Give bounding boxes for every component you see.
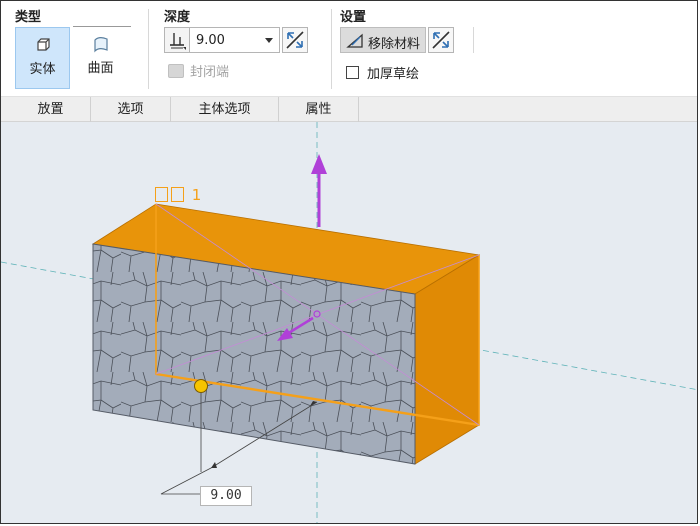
graphics-viewport[interactable]: 1 9.00 <box>1 122 698 524</box>
tab-placement[interactable]: 放置 <box>11 97 91 123</box>
remove-material-button[interactable]: 移除材料 <box>340 27 426 53</box>
thicken-sketch-label: 加厚草绘 <box>367 67 420 82</box>
sketch-label: 1 <box>155 186 201 204</box>
remove-material-label: 移除材料 <box>368 37 421 52</box>
settings-group-title: 设置 <box>340 10 367 25</box>
solid-button[interactable]: 实体 <box>15 27 70 89</box>
chevron-down-icon[interactable] <box>265 38 273 43</box>
surface-button[interactable]: 曲面 <box>73 27 128 89</box>
tab-options[interactable]: 选项 <box>91 97 171 123</box>
flip-direction-icon <box>432 31 450 49</box>
group-separator <box>331 9 332 89</box>
feature-dashboard: 类型 实体 曲面 深度 9.00 封闭端 设置 移除材料 加厚草绘 放置 选项 … <box>0 0 698 524</box>
sketch-icon <box>171 187 184 202</box>
surface-icon <box>93 37 108 53</box>
depth-group-title: 深度 <box>164 10 191 25</box>
extrude-direction-arrow[interactable] <box>311 154 327 174</box>
dashboard-tabs: 放置 选项 主体选项 属性 <box>1 96 697 123</box>
solid-label: 实体 <box>29 62 56 77</box>
depth-option-button[interactable] <box>164 27 190 53</box>
type-group-title: 类型 <box>15 10 42 25</box>
depth-blind-icon <box>170 33 186 50</box>
depth-dimension-label[interactable]: 9.00 <box>200 486 252 506</box>
sketch-number: 1 <box>191 186 202 204</box>
surface-label: 曲面 <box>87 61 114 76</box>
depth-value: 9.00 <box>196 33 225 48</box>
extrude-ribbon: 类型 实体 曲面 深度 9.00 封闭端 设置 移除材料 加厚草绘 <box>1 1 697 96</box>
flip-direction-icon <box>286 31 304 49</box>
checkbox-icon[interactable] <box>346 66 359 79</box>
solid-icon <box>36 38 50 51</box>
flip-material-side-button[interactable] <box>428 27 454 53</box>
capped-ends-option: 封闭端 <box>168 61 229 80</box>
flip-depth-direction-button[interactable] <box>282 27 308 53</box>
group-separator <box>473 27 474 53</box>
thicken-sketch-option[interactable]: 加厚草绘 <box>346 63 419 82</box>
tab-body-options[interactable]: 主体选项 <box>171 97 279 123</box>
group-separator <box>148 9 149 89</box>
remove-material-icon <box>346 33 363 48</box>
tab-properties[interactable]: 属性 <box>279 97 359 123</box>
drag-handle[interactable] <box>194 379 208 393</box>
sketch-icon <box>155 187 168 202</box>
capped-ends-icon <box>168 64 184 78</box>
capped-ends-label: 封闭端 <box>190 65 230 80</box>
model-canvas[interactable] <box>1 122 698 524</box>
depth-value-field[interactable]: 9.00 <box>190 27 280 53</box>
